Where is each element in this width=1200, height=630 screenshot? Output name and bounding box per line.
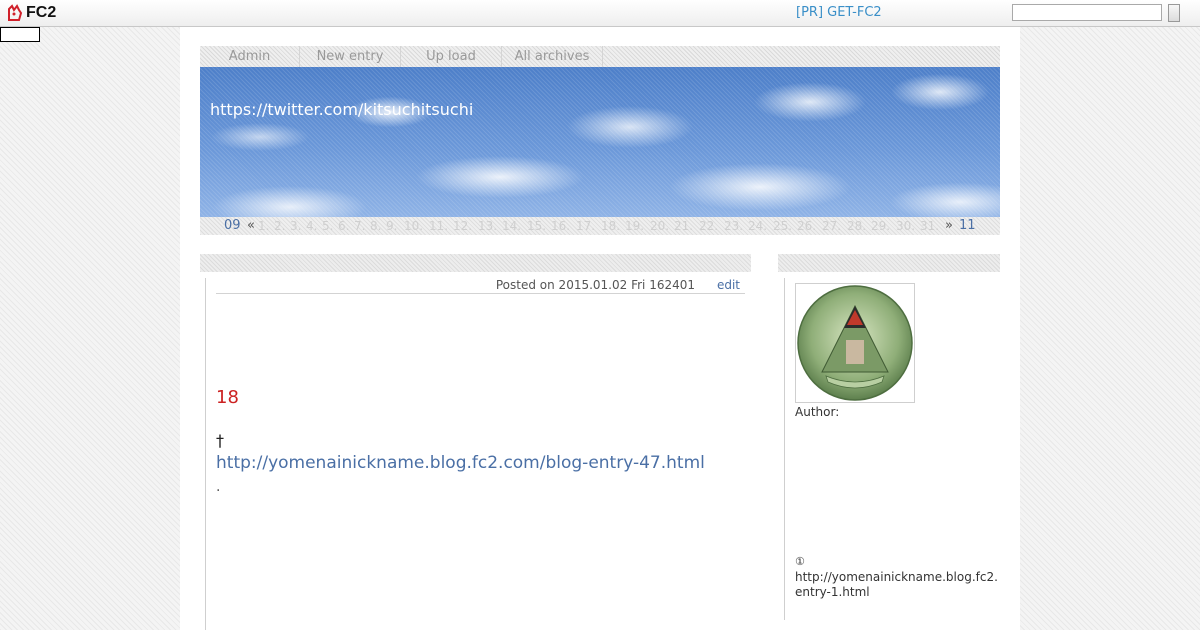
calendar-day: 2.: [274, 219, 286, 233]
blog-title[interactable]: https://twitter.com/kitsuchitsuchi: [210, 100, 473, 119]
calendar-day: 22.: [699, 219, 719, 233]
fc2-toolbar: FC2 [PR] GET-FC2: [0, 0, 1200, 27]
calendar-day: 8.: [370, 219, 382, 233]
calendar-day: 21.: [674, 219, 694, 233]
search-input[interactable]: [1012, 4, 1162, 21]
calendar-day: 6.: [338, 219, 350, 233]
nav-all-archives[interactable]: All archives: [502, 46, 603, 67]
calendar-day: 9.: [386, 219, 398, 233]
calendar-day: 3.: [290, 219, 302, 233]
entry-period: .: [216, 479, 221, 495]
sidebar-marker: ①: [795, 555, 805, 568]
calendar-day: 4.: [306, 219, 318, 233]
calendar-day: 25.: [773, 219, 793, 233]
calendar-day: 17.: [576, 219, 596, 233]
calendar-prev-arrow: «: [247, 218, 255, 233]
calendar-day: 29.: [871, 219, 891, 233]
calendar-next-arrow: »: [945, 218, 953, 233]
calendar-next-month[interactable]: 11: [959, 217, 976, 235]
calendar-day: 16.: [551, 219, 571, 233]
skip-link-box[interactable]: [0, 27, 40, 42]
calendar-day: 13.: [478, 219, 498, 233]
calendar-day: 28.: [847, 219, 867, 233]
dagger-symbol: †: [216, 431, 224, 450]
nav-new-entry[interactable]: New entry: [300, 46, 401, 67]
calendar-day: 23.: [724, 219, 744, 233]
main-divider: [205, 278, 206, 630]
calendar-bar: 09 « 1. 2. 3. 4. 5. 6. 7. 8. 9. 10. 11. …: [200, 217, 1000, 235]
fc2-logo[interactable]: FC2: [6, 4, 56, 22]
calendar-day: 30.: [896, 219, 916, 233]
fc2-fox-icon: [8, 4, 23, 21]
blog-nav: Admin New entry Up load All archives: [200, 46, 1000, 67]
calendar-day: 5.: [322, 219, 334, 233]
calendar-day: 24.: [748, 219, 768, 233]
calendar-day: 18.: [601, 219, 621, 233]
calendar-day: 26.: [797, 219, 817, 233]
fc2-logo-text: FC2: [26, 4, 57, 21]
calendar-day: 14.: [502, 219, 522, 233]
entry-header-bar: [200, 254, 751, 272]
sidebar-header-bar: [778, 254, 1000, 272]
great-seal-icon: [797, 285, 913, 401]
sidebar-url[interactable]: http://yomenainickname.blog.fc2.entry-1.…: [795, 570, 1000, 600]
entry-number: 18: [216, 387, 239, 408]
author-avatar: [795, 283, 915, 403]
calendar-prev-month[interactable]: 09: [224, 217, 241, 235]
nav-upload[interactable]: Up load: [401, 46, 502, 67]
calendar-day: 1.: [258, 219, 270, 233]
author-label: Author:: [795, 405, 840, 419]
calendar-day: 10.: [404, 219, 424, 233]
calendar-day: 20.: [650, 219, 670, 233]
posted-date: Posted on 2015.01.02 Fri 162401: [495, 278, 695, 292]
calendar-day: 15.: [527, 219, 547, 233]
calendar-day: 31.: [920, 219, 940, 233]
page-wrapper: Admin New entry Up load All archives htt…: [180, 27, 1020, 630]
nav-admin[interactable]: Admin: [200, 46, 300, 67]
entry-link[interactable]: http://yomenainickname.blog.fc2.com/blog…: [216, 453, 705, 473]
pr-link[interactable]: [PR] GET-FC2: [796, 5, 882, 20]
calendar-day: 7.: [354, 219, 366, 233]
header-banner: https://twitter.com/kitsuchitsuchi: [200, 67, 1000, 217]
edit-link[interactable]: edit: [717, 278, 740, 292]
entry-meta: Posted on 2015.01.02 Fri 162401 edit: [216, 278, 745, 294]
calendar-day: 19.: [625, 219, 645, 233]
calendar-day: 27.: [822, 219, 842, 233]
calendar-day: 12.: [453, 219, 473, 233]
search-button[interactable]: [1168, 4, 1180, 22]
calendar-day: 11.: [429, 219, 449, 233]
sidebar-divider: [784, 278, 785, 620]
